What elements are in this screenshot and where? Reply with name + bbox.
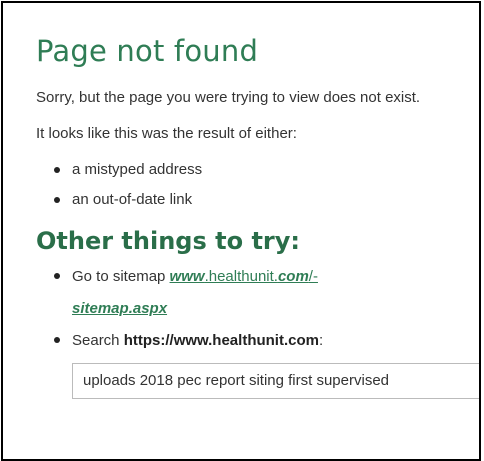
sitemap-link-page: sitemap.aspx <box>72 300 168 317</box>
content-area: Page not found Sorry, but the page you w… <box>36 33 479 399</box>
search-suffix: : <box>318 332 324 349</box>
search-input[interactable]: uploads 2018 pec report siting first sup… <box>72 363 479 399</box>
reasons-list: a mistyped address an out-of-date link <box>36 155 479 215</box>
try-list: Go to sitemap www.healthunit.com/- sitema… <box>36 261 479 357</box>
sitemap-link-com: com <box>277 268 309 285</box>
page-frame: Page not found Sorry, but the page you w… <box>1 1 481 461</box>
reason-intro: It looks like this was the result of eit… <box>36 125 297 142</box>
sitemap-link-domain: .healthunit. <box>204 268 278 285</box>
sitemap-link-www: www <box>169 268 205 285</box>
error-message: Sorry, but the page you were trying to v… <box>36 89 421 106</box>
search-site: https://www.healthunit.com <box>123 332 319 349</box>
sitemap-item: Go to sitemap www.healthunit.com/- sitema… <box>54 261 479 325</box>
search-item: Search https://www.healthunit.com: <box>54 325 479 357</box>
page-title: Page not found <box>36 34 259 68</box>
sitemap-link-slash: /- <box>308 268 318 285</box>
list-item: an out-of-date link <box>54 185 479 215</box>
other-things-heading: Other things to try: <box>36 227 300 255</box>
list-item: a mistyped address <box>54 155 479 185</box>
search-prefix: Search <box>72 332 124 349</box>
sitemap-prefix: Go to sitemap <box>72 268 170 285</box>
